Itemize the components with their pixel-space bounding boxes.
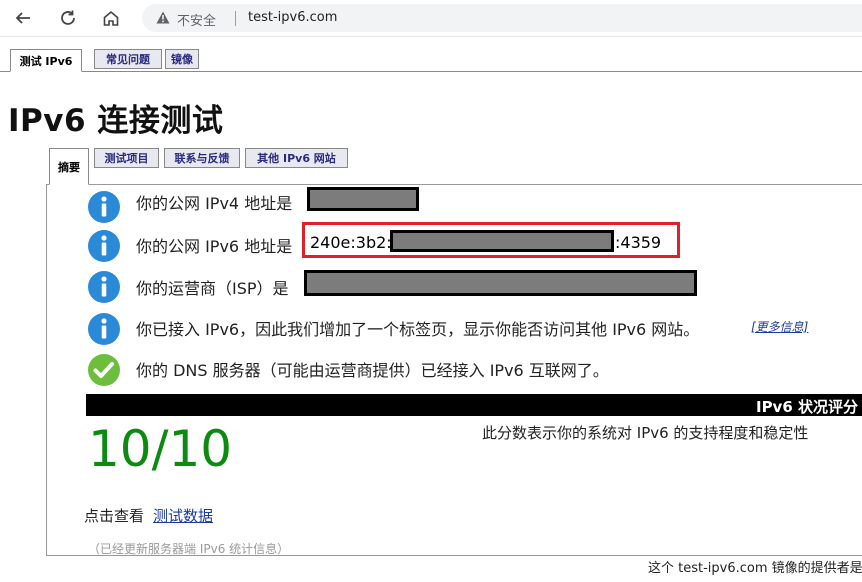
- tab-faq[interactable]: 常见问题: [94, 49, 162, 69]
- info-icon: [88, 230, 120, 262]
- stats-note: （已经更新服务器端 IPv6 统计信息）: [88, 542, 290, 556]
- test-data-link[interactable]: 测试数据: [153, 505, 213, 526]
- back-arrow-icon: [15, 12, 30, 24]
- isp-redacted: [304, 270, 697, 296]
- warning-icon[interactable]: [156, 11, 170, 24]
- score-value: 10/10: [88, 420, 233, 478]
- score-description: 此分数表示你的系统对 IPv6 的支持程度和稳定性: [482, 424, 809, 442]
- insecure-label[interactable]: 不安全: [177, 10, 216, 29]
- address-separator: [235, 11, 236, 26]
- url-text[interactable]: test-ipv6.com: [248, 10, 337, 25]
- home-icon: [103, 10, 119, 26]
- top-tabs-divider: [0, 71, 862, 72]
- ipv4-redacted: [307, 187, 419, 211]
- click-view-label: 点击查看: [84, 507, 145, 525]
- mirror-provider-note: 这个 test-ipv6.com 镜像的提供者是: [648, 561, 862, 576]
- score-header-bar: IPv6 状况评分: [86, 394, 862, 416]
- ipv6-suffix: :4359: [615, 233, 662, 252]
- tab-summary[interactable]: 摘要: [49, 148, 89, 185]
- top-tabs: 测试 IPv6 常见问题 镜像: [10, 49, 862, 72]
- info-icon: [88, 191, 120, 223]
- ipv6-prefix: 240e:3b2:: [310, 233, 392, 252]
- ipv4-label: 你的公网 IPv4 地址是: [136, 194, 293, 213]
- ipv6-label: 你的公网 IPv6 地址是: [136, 237, 293, 256]
- info-icon: [88, 313, 120, 345]
- home-button[interactable]: [100, 7, 122, 29]
- reload-icon: [61, 10, 75, 25]
- browser-toolbar: 不安全 test-ipv6.com: [0, 0, 862, 37]
- reload-button[interactable]: [57, 7, 79, 29]
- address-bar[interactable]: 不安全 test-ipv6.com: [142, 4, 862, 32]
- tab-test-ipv6[interactable]: 测试 IPv6: [10, 49, 82, 72]
- more-info-link[interactable]: [更多信息]: [751, 318, 808, 335]
- back-button[interactable]: [12, 7, 34, 29]
- page-title: IPv6 连接测试: [8, 103, 224, 139]
- tab-mirrors[interactable]: 镜像: [165, 49, 199, 69]
- isp-label: 你的运营商（ISP）是: [136, 279, 289, 298]
- info-icon: [88, 271, 120, 303]
- tab-tests[interactable]: 测试项目: [94, 148, 159, 168]
- check-icon: [88, 354, 120, 386]
- ipv6-tab-notice: 你已接入 IPv6，因此我们增加了一个标签页，显示你能否访问其他 IPv6 网站…: [136, 320, 700, 339]
- tab-other-ipv6-sites[interactable]: 其他 IPv6 网站: [245, 148, 348, 168]
- ipv6-redacted: [390, 230, 614, 252]
- score-header-label: IPv6 状况评分: [755, 398, 858, 416]
- tab-contact[interactable]: 联系与反馈: [164, 148, 240, 168]
- dns-status: 你的 DNS 服务器（可能由运营商提供）已经接入 IPv6 互联网了。: [136, 361, 609, 380]
